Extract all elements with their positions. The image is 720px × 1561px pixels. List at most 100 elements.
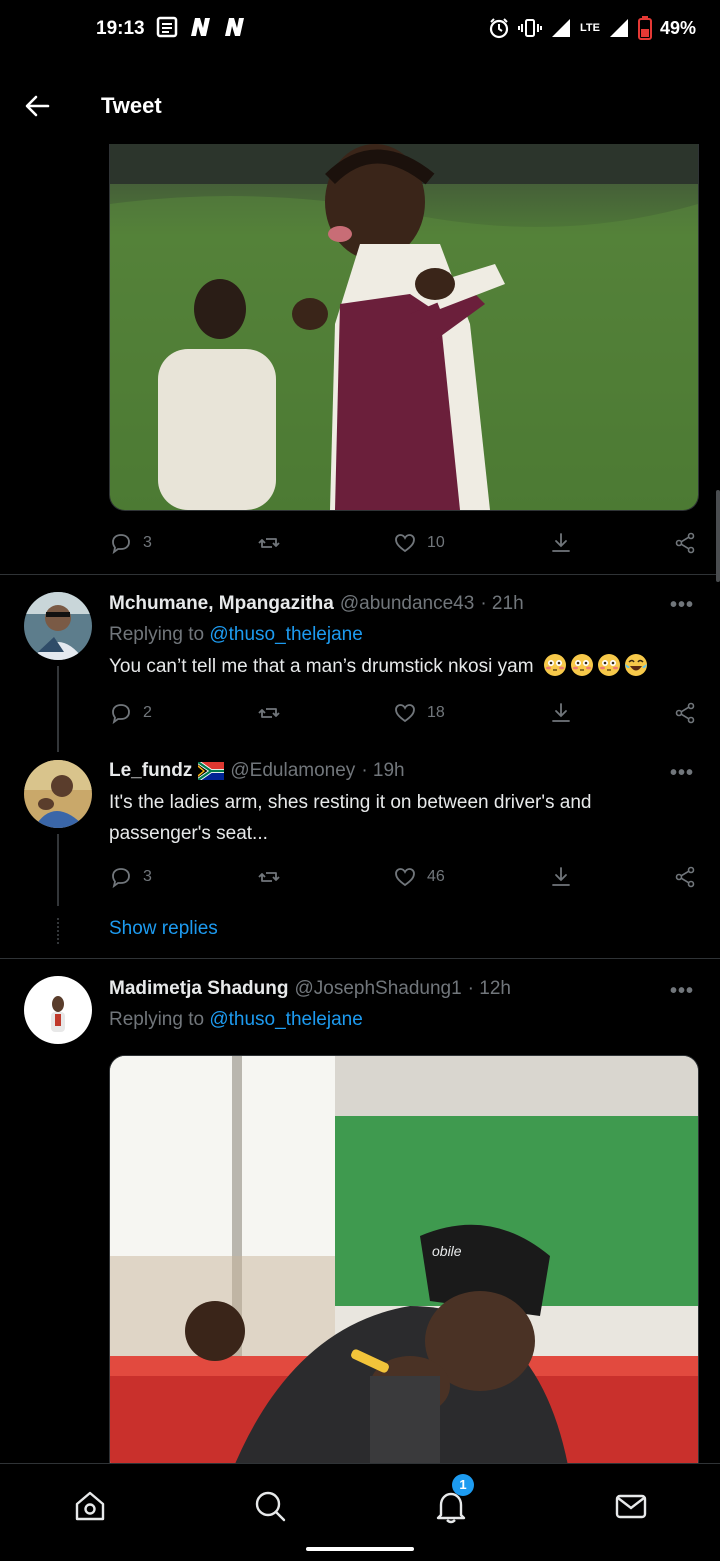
reply-image[interactable]: obile bbox=[109, 1055, 699, 1477]
replying-to: Replying to @thuso_thelejane bbox=[109, 1009, 363, 1031]
thread-line bbox=[57, 666, 59, 752]
like-action[interactable]: 46 bbox=[393, 862, 445, 892]
download-icon bbox=[552, 533, 570, 552]
like-count: 18 bbox=[427, 704, 445, 721]
flushed-emoji-icon bbox=[597, 654, 620, 676]
download-action[interactable] bbox=[549, 528, 573, 558]
reply-action[interactable]: 3 bbox=[109, 862, 152, 892]
download-action[interactable] bbox=[549, 862, 573, 892]
news-icon bbox=[156, 16, 178, 38]
heart-icon bbox=[395, 868, 415, 887]
replying-prefix: Replying to bbox=[109, 624, 205, 645]
nav-search[interactable] bbox=[250, 1486, 290, 1526]
photo-girl-pointing bbox=[110, 144, 698, 510]
network-type-label: LTE bbox=[580, 21, 600, 34]
download-icon bbox=[552, 703, 570, 722]
divider bbox=[0, 574, 720, 575]
south-africa-flag-icon bbox=[198, 762, 225, 780]
photo-man-eating-fries: obile bbox=[110, 1056, 698, 1476]
reply-author-row: Mchumane, Mpangazitha @abundance43 · 21h bbox=[109, 591, 696, 617]
more-options-button[interactable]: ••• bbox=[670, 980, 694, 1003]
share-icon bbox=[675, 702, 695, 724]
reply-icon bbox=[112, 704, 130, 725]
top-app-bar: Tweet bbox=[0, 70, 720, 144]
share-action[interactable] bbox=[673, 698, 697, 728]
reply-actions: 3 46 bbox=[109, 862, 697, 892]
reply-actions: 2 18 bbox=[109, 698, 697, 728]
display-name[interactable]: Le_fundz bbox=[109, 760, 192, 782]
vibrate-icon bbox=[518, 19, 542, 37]
more-options-button[interactable]: ••• bbox=[670, 762, 694, 785]
like-action[interactable]: 10 bbox=[393, 528, 445, 558]
joy-emoji-icon bbox=[624, 654, 647, 676]
retweet-icon bbox=[258, 872, 280, 882]
download-icon bbox=[552, 867, 570, 886]
reply-text-content: You can’t tell me that a man’s drumstick… bbox=[109, 656, 534, 677]
user-handle[interactable]: @abundance43 bbox=[340, 593, 474, 615]
display-name[interactable]: Madimetja Shadung bbox=[109, 978, 288, 1000]
reply-action[interactable]: 2 bbox=[109, 698, 152, 728]
signal-icon bbox=[609, 19, 628, 37]
tweet-image[interactable] bbox=[109, 144, 699, 511]
reply-text: You can’t tell me that a man’s drumstick… bbox=[109, 651, 679, 682]
gesture-home-indicator[interactable] bbox=[306, 1547, 414, 1551]
replying-prefix: Replying to bbox=[109, 1009, 205, 1030]
thread-line-dotted bbox=[57, 918, 59, 944]
reply-icon bbox=[112, 868, 130, 889]
arrow-left-icon bbox=[25, 95, 50, 117]
display-name[interactable]: Mchumane, Mpangazitha bbox=[109, 593, 334, 615]
reply-action[interactable]: 3 bbox=[109, 528, 152, 558]
replying-to: Replying to @thuso_thelejane bbox=[109, 624, 363, 646]
show-replies-link[interactable]: Show replies bbox=[109, 918, 218, 940]
share-icon bbox=[675, 532, 695, 554]
n-icon bbox=[191, 18, 210, 36]
flushed-emoji-icon bbox=[543, 654, 566, 676]
share-action[interactable] bbox=[673, 862, 697, 892]
divider bbox=[0, 958, 720, 959]
status-system-icons: LTE 49% bbox=[488, 16, 696, 40]
heart-icon bbox=[395, 534, 415, 553]
status-time: 19:13 bbox=[96, 18, 145, 39]
timestamp: · 12h bbox=[467, 978, 511, 999]
retweet-action[interactable] bbox=[257, 862, 281, 892]
battery-icon bbox=[637, 16, 652, 40]
nav-messages[interactable] bbox=[611, 1486, 651, 1526]
like-action[interactable]: 18 bbox=[393, 698, 445, 728]
like-count: 10 bbox=[427, 534, 445, 551]
more-options-button[interactable]: ••• bbox=[670, 594, 694, 617]
alarm-icon bbox=[489, 18, 509, 39]
avatar[interactable] bbox=[24, 976, 92, 1044]
page-title: Tweet bbox=[101, 93, 162, 118]
retweet-action[interactable] bbox=[257, 528, 281, 558]
replying-to-link[interactable]: @thuso_thelejane bbox=[209, 1009, 362, 1030]
replying-to-link[interactable]: @thuso_thelejane bbox=[209, 624, 362, 645]
back-button[interactable] bbox=[20, 88, 56, 124]
mail-icon bbox=[615, 1494, 647, 1519]
like-count: 46 bbox=[427, 868, 445, 885]
nav-home[interactable] bbox=[70, 1486, 110, 1526]
search-icon bbox=[255, 1491, 286, 1522]
retweet-icon bbox=[258, 538, 280, 548]
reply-author-row: Le_fundz @Edulamoney · 19h bbox=[109, 758, 696, 784]
timestamp: · 21h bbox=[480, 593, 524, 614]
avatar[interactable] bbox=[24, 760, 92, 828]
thread-line bbox=[57, 834, 59, 906]
status-notification-icons bbox=[156, 16, 246, 38]
timestamp: · 19h bbox=[361, 760, 405, 781]
avatar[interactable] bbox=[24, 592, 92, 660]
retweet-icon bbox=[258, 708, 280, 718]
signal-icon bbox=[552, 19, 570, 37]
scrollbar[interactable] bbox=[716, 490, 720, 582]
battery-percent: 49% bbox=[659, 17, 696, 38]
user-handle[interactable]: @JosephShadung1 bbox=[294, 978, 461, 1000]
share-action[interactable] bbox=[673, 528, 697, 558]
retweet-action[interactable] bbox=[257, 698, 281, 728]
heart-icon bbox=[395, 704, 415, 723]
status-bar: 19:13 LTE 49% bbox=[0, 0, 720, 60]
user-handle[interactable]: @Edulamoney bbox=[230, 760, 355, 782]
beanie-logo-text: obile bbox=[432, 1243, 462, 1259]
reply-count: 3 bbox=[143, 868, 152, 885]
reply-icon bbox=[112, 534, 130, 555]
reply-count: 3 bbox=[143, 534, 152, 551]
download-action[interactable] bbox=[549, 698, 573, 728]
